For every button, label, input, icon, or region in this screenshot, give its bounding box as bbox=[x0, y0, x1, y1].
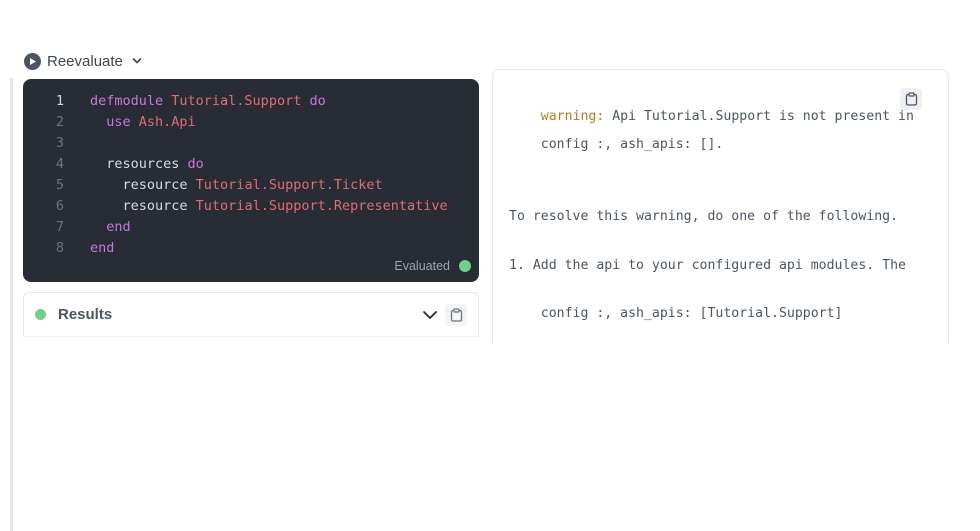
chevron-down-icon[interactable] bbox=[131, 55, 143, 67]
code-text: resource Tutorial.Support.Ticket bbox=[64, 175, 383, 196]
code-token: resources bbox=[90, 156, 188, 172]
code-module-name: Ash.Api bbox=[138, 114, 196, 130]
code-line[interactable]: 1 defmodule Tutorial.Support do bbox=[23, 91, 479, 112]
code-line[interactable]: 6 resource Tutorial.Support.Representati… bbox=[23, 196, 479, 217]
clipboard-icon bbox=[450, 307, 462, 322]
code-module-name: Tutorial.Support.Ticket bbox=[195, 177, 383, 193]
code-keyword: end bbox=[90, 240, 115, 256]
code-module-name: Tutorial.Support.Representative bbox=[195, 198, 448, 214]
line-number: 4 bbox=[55, 156, 64, 172]
code-module-name: Tutorial.Support bbox=[171, 93, 302, 109]
code-token: resource bbox=[90, 198, 196, 214]
line-number: 2 bbox=[55, 114, 64, 130]
code-lines: 1 defmodule Tutorial.Support do 2 use Ash.… bbox=[23, 91, 479, 259]
code-text: resources do bbox=[64, 154, 204, 175]
evaluation-status: Evaluated bbox=[394, 259, 471, 273]
code-text: use Ash.Api bbox=[64, 112, 196, 133]
code-line[interactable]: 2 use Ash.Api bbox=[23, 112, 479, 133]
code-text: end bbox=[64, 238, 114, 259]
code-keyword: do bbox=[301, 93, 326, 109]
collapse-chevron-icon[interactable] bbox=[421, 306, 439, 324]
line-number: 8 bbox=[55, 240, 64, 256]
line-number: 3 bbox=[55, 135, 64, 151]
reevaluate-label: Reevaluate bbox=[47, 52, 123, 70]
warning-text: Api Tutorial.Support is not present in bbox=[604, 109, 914, 124]
code-line[interactable]: 5 resource Tutorial.Support.Ticket bbox=[23, 175, 479, 196]
code-token: resource bbox=[90, 177, 196, 193]
line-number: 7 bbox=[55, 219, 64, 235]
output-line: config :, ash_apis: [Tutorial.Support] bbox=[509, 306, 843, 321]
code-text: end bbox=[64, 217, 131, 238]
copy-results-button[interactable] bbox=[445, 303, 467, 326]
copy-output-button[interactable] bbox=[900, 88, 922, 110]
code-keyword: end bbox=[106, 219, 131, 235]
line-number: 6 bbox=[55, 198, 64, 214]
output-line: config :, ash_apis: []. bbox=[509, 137, 724, 152]
cell-left-rail bbox=[10, 78, 13, 531]
output-line: 1. Add the api to your configured api mo… bbox=[509, 258, 906, 273]
line-number: 5 bbox=[55, 177, 64, 193]
warning-prefix: warning: bbox=[540, 109, 605, 124]
code-line[interactable]: 8 end bbox=[23, 238, 479, 259]
line-number: 1 bbox=[55, 93, 64, 109]
status-dot-icon bbox=[459, 260, 471, 272]
clipboard-icon bbox=[905, 92, 917, 106]
results-title: Results bbox=[58, 306, 113, 323]
play-icon bbox=[24, 52, 41, 70]
code-keyword: do bbox=[187, 156, 204, 172]
results-panel[interactable]: Results bbox=[23, 292, 479, 337]
output-line: To resolve this warning, do one of the f… bbox=[509, 209, 899, 224]
code-keyword: use bbox=[106, 114, 139, 130]
code-editor[interactable]: 1 defmodule Tutorial.Support do 2 use Ash.… bbox=[23, 79, 479, 282]
evaluation-status-label: Evaluated bbox=[394, 259, 450, 273]
code-line[interactable]: 7 end bbox=[23, 217, 479, 238]
output-panel: warning: Api Tutorial.Support is not pre… bbox=[492, 69, 949, 342]
code-keyword: defmodule bbox=[90, 93, 172, 109]
code-line[interactable]: 3 bbox=[23, 133, 479, 154]
results-status-dot-icon bbox=[35, 309, 46, 320]
code-text: resource Tutorial.Support.Representative bbox=[64, 196, 448, 217]
code-line[interactable]: 4 resources do bbox=[23, 154, 479, 175]
code-text: defmodule Tutorial.Support do bbox=[64, 91, 326, 112]
reevaluate-button[interactable]: Reevaluate bbox=[24, 51, 143, 71]
